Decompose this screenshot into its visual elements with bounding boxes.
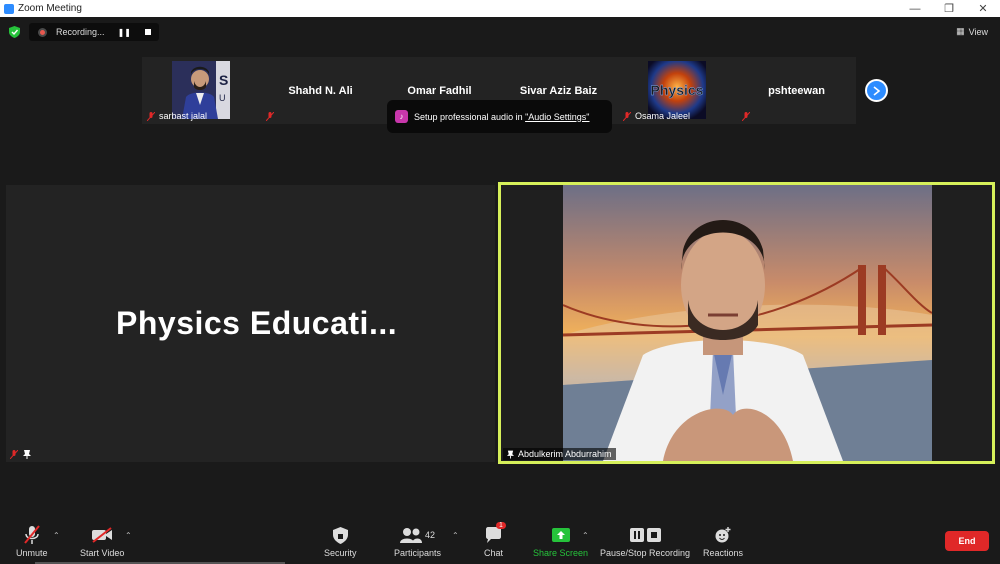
participant-name: pshteewan [768,84,825,97]
toast-text: Setup professional audio in "Audio Setti… [414,111,590,122]
audio-options-caret[interactable]: ⌃ [53,531,60,540]
end-meeting-button[interactable]: End [945,531,989,551]
participant-tile[interactable]: pshteewan [737,57,856,124]
share-options-caret[interactable]: ⌃ [582,531,589,540]
active-speaker-video[interactable]: Abdulkerim Abdurrahim [498,182,995,464]
participant-name: Sivar Aziz Baiz [519,84,598,97]
restore-button[interactable]: ❐ [932,0,966,17]
shared-title: Physics Educati... [116,305,398,341]
participant-name: sarbast jalal [159,111,208,121]
pin-icon [23,450,31,459]
window-controls: — ❐ ✕ [898,0,1000,17]
meeting-toolbar: Unmute ⌃ Start Video ⌃ Security 42 Parti… [0,517,1000,564]
video-options-caret[interactable]: ⌃ [125,531,132,540]
thumbnail-text: Physics [651,82,704,98]
recording-indicator: Recording... ❚❚ [29,23,159,41]
share-screen-button[interactable]: Share Screen [533,525,588,558]
record-dot-icon [38,27,47,37]
audio-settings-link[interactable]: "Audio Settings" [525,112,589,122]
reactions-button[interactable]: Reactions [703,525,743,558]
stop-recording-icon[interactable] [145,29,151,35]
close-button[interactable]: ✕ [966,0,1000,17]
meeting-window: Recording... ❚❚ ▦ View S U sarbast jalal [0,17,1000,564]
grid-view-icon: ▦ [956,26,965,36]
stop-icon [646,528,661,542]
muted-mic-icon [266,112,274,121]
pin-icon [507,450,514,458]
svg-text:U: U [219,93,226,103]
video-off-icon [92,527,113,543]
minimize-button[interactable]: — [898,0,932,17]
encryption-shield-icon[interactable] [9,26,20,38]
window-title: Zoom Meeting [18,3,82,14]
unmute-button[interactable]: Unmute [16,525,48,558]
participant-label: Osama Jaleel [623,111,690,121]
participant-tile[interactable]: Shahd N. Ali [261,57,380,124]
start-video-button[interactable]: Start Video [80,525,124,558]
participant-label: sarbast jalal [147,111,207,121]
chevron-right-icon [873,85,881,96]
speaker-name: Abdulkerim Abdurrahim [518,449,612,459]
title-bar: Zoom Meeting — ❐ ✕ [0,0,1000,17]
participant-tile[interactable]: Physics Osama Jaleel [618,57,737,124]
chat-icon [486,527,501,543]
shared-content-tile[interactable]: Physics Educati... [6,185,495,462]
pause-icon [629,528,644,542]
pause-recording-icon[interactable]: ❚❚ [118,28,131,37]
security-shield-icon [332,526,348,544]
chat-unread-badge: 1 [496,522,506,529]
view-label: View [968,26,988,37]
reactions-icon [715,527,731,543]
participant-name: Osama Jaleel [635,111,691,121]
participant-name: Omar Fadhil [407,84,472,97]
pause-stop-recording-button[interactable]: Pause/Stop Recording [600,525,690,558]
zoom-app-icon [4,3,14,14]
participant-name: Shahd N. Ali [288,84,353,97]
muted-mic-icon [742,112,750,121]
participants-icon [400,528,422,543]
speaker-name-label: Abdulkerim Abdurrahim [503,448,616,460]
view-button[interactable]: ▦ View [956,26,988,37]
security-button[interactable]: Security [324,525,357,558]
share-screen-icon [551,528,570,542]
participant-tile[interactable]: S U sarbast jalal [142,57,261,124]
muted-mic-icon [147,111,155,121]
audio-settings-toast[interactable]: ♪ Setup professional audio in "Audio Set… [387,100,612,133]
speaker-video-frame [563,185,932,461]
muted-mic-icon [23,525,40,544]
participants-button[interactable]: 42 Participants [394,525,441,558]
participant-count: 42 [425,530,436,540]
svg-text:S: S [219,72,228,88]
muted-mic-icon [623,111,631,121]
next-page-button[interactable] [865,79,888,102]
participants-options-caret[interactable]: ⌃ [452,531,459,540]
muted-mic-icon [10,450,18,459]
chat-button[interactable]: 1 Chat [484,522,506,558]
music-note-icon: ♪ [395,110,408,123]
recording-label: Recording... [56,27,105,37]
